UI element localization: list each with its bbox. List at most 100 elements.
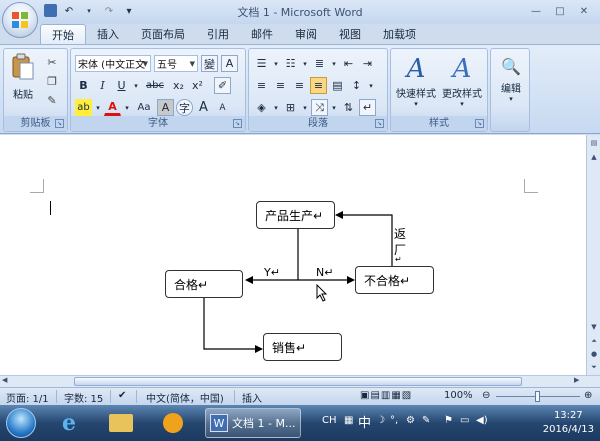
font-color-dropdown-icon[interactable]: ▾ [123,99,131,116]
word-count[interactable]: 字数: 15 [64,390,103,405]
quick-styles-button[interactable]: A 快速样式 ▾ [393,53,439,108]
office-button[interactable] [2,2,38,38]
line-spacing-dropdown-icon[interactable]: ▾ [367,77,375,94]
taskbar-word-window[interactable]: W 文档 1 - M... [205,408,301,438]
highlight-dropdown-icon[interactable]: ▾ [94,99,102,116]
ime-punct-icon[interactable]: °, [390,415,398,426]
bold-button[interactable]: B [75,77,92,94]
zoom-slider-thumb[interactable] [535,391,540,402]
superscript-button[interactable]: x² [189,77,206,94]
shrink-font-button[interactable]: A [214,99,231,116]
scroll-up-icon[interactable]: ▲ [588,151,600,163]
scroll-down-icon[interactable]: ▼ [588,321,600,333]
media-player-icon[interactable] [156,409,190,437]
minimize-button[interactable]: — [524,2,548,20]
prev-page-icon[interactable]: ⏶ [588,335,600,347]
start-button[interactable] [6,408,36,438]
format-painter-icon[interactable]: ✎ [44,93,60,107]
styles-launcher-icon[interactable]: ↘ [475,119,484,128]
align-center-icon[interactable]: ≡ [272,77,289,94]
flag-icon[interactable]: ⚑ [444,415,453,426]
char-border-button[interactable]: A [221,55,238,72]
font-name-combo[interactable]: 宋体 (中文正文 ▼ [75,55,151,72]
zoom-level[interactable]: 100% [444,390,473,401]
next-page-icon[interactable]: ⏷ [588,361,600,373]
justify-icon[interactable]: ≡ [310,77,327,94]
distributed-icon[interactable]: ▤ [329,77,346,94]
explorer-icon[interactable] [104,409,138,437]
network-icon[interactable]: ▭ [460,415,469,426]
ime-mode[interactable]: 中 [358,412,371,431]
document-page[interactable]: 产品生产↵ 合格↵ 不合格↵ 销售↵ Y↵ N↵ 返 厂 ↵ [0,135,586,375]
ie-icon[interactable]: e [52,409,86,437]
ruler-toggle-icon[interactable]: ▤ [588,137,600,149]
clear-format-icon[interactable]: ✐ [214,77,231,94]
shading-dropdown-icon[interactable]: ▾ [272,99,280,116]
shading-icon[interactable]: ◈ [253,99,270,116]
language-indicator[interactable]: CH [322,415,337,426]
sort-icon[interactable]: ⇅ [340,99,357,116]
horizontal-scrollbar[interactable]: ◀ ▶ [0,375,600,387]
char-shading-button[interactable]: A [157,99,174,116]
tab-insert[interactable]: 插入 [86,24,130,44]
align-right-icon[interactable]: ≡ [291,77,308,94]
close-button[interactable]: ✕ [572,2,596,20]
vertical-scrollbar[interactable]: ▤ ▲ ▼ ⏶ ● ⏷ [586,135,600,375]
borders-dropdown-icon[interactable]: ▾ [301,99,309,116]
ime-icon[interactable]: ▦ [344,415,353,426]
maximize-button[interactable]: □ [548,2,572,20]
numbering-dropdown-icon[interactable]: ▾ [301,55,309,72]
proofing-icon[interactable]: ✔ [118,390,126,401]
wen-button[interactable]: 變 [201,55,218,72]
tab-home[interactable]: 开始 [40,24,86,44]
node-pass[interactable]: 合格↵ [165,270,243,298]
increase-indent-icon[interactable]: ⇥ [359,55,376,72]
italic-button[interactable]: I [94,77,111,94]
underline-button[interactable]: U [113,77,130,94]
clock[interactable]: 13:27 2016/4/13 [543,409,594,437]
cut-icon[interactable]: ✂ [44,55,60,69]
decrease-indent-icon[interactable]: ⇤ [340,55,357,72]
numbering-icon[interactable]: ☷ [282,55,299,72]
subscript-button[interactable]: x₂ [170,77,187,94]
highlight-button[interactable]: ab [75,99,92,116]
change-case-button[interactable]: Aa [133,99,155,116]
show-marks-icon[interactable]: ↵ [359,99,376,116]
zoom-in-icon[interactable]: ⊕ [584,390,592,401]
paragraph-launcher-icon[interactable]: ↘ [375,119,384,128]
scroll-left-icon[interactable]: ◀ [2,376,7,384]
font-launcher-icon[interactable]: ↘ [233,119,242,128]
chinese-layout-icon[interactable]: ⤨ [311,99,328,116]
font-color-button[interactable]: A [104,99,121,116]
tab-mailings[interactable]: 邮件 [240,24,284,44]
language-status[interactable]: 中文(简体，中国) [146,390,224,405]
page-count[interactable]: 页面: 1/1 [6,390,49,405]
bullets-dropdown-icon[interactable]: ▾ [272,55,280,72]
clipboard-launcher-icon[interactable]: ↘ [55,119,64,128]
node-fail[interactable]: 不合格↵ [355,266,434,294]
view-buttons[interactable]: ▣▤▥▦▧ [360,390,412,401]
ime-tools-icon[interactable]: ✎ [422,415,430,426]
line-spacing-icon[interactable]: ↕ [348,77,365,94]
align-left-icon[interactable]: ≡ [253,77,270,94]
browse-object-icon[interactable]: ● [588,348,600,360]
tab-view[interactable]: 视图 [328,24,372,44]
insert-mode[interactable]: 插入 [242,390,262,405]
zoom-out-icon[interactable]: ⊖ [482,390,490,401]
enclose-char-button[interactable]: 字 [176,99,193,116]
tab-page-layout[interactable]: 页面布局 [130,24,196,44]
bullets-icon[interactable]: ☰ [253,55,270,72]
ime-settings-icon[interactable]: ⚙ [406,415,415,426]
tab-references[interactable]: 引用 [196,24,240,44]
editing-button[interactable]: 🔍 编辑 ▾ [495,57,527,103]
ime-moon-icon[interactable]: ☽ [376,415,385,426]
multilevel-dropdown-icon[interactable]: ▾ [330,55,338,72]
change-styles-button[interactable]: A 更改样式 ▾ [439,53,485,108]
grow-font-button[interactable]: A [195,99,212,116]
horizontal-scroll-thumb[interactable] [74,377,522,386]
font-size-combo[interactable]: 五号 ▼ [154,55,198,72]
copy-icon[interactable]: ❐ [44,74,60,88]
borders-icon[interactable]: ⊞ [282,99,299,116]
node-produce[interactable]: 产品生产↵ [256,201,335,229]
volume-icon[interactable]: ◀) [476,415,488,426]
